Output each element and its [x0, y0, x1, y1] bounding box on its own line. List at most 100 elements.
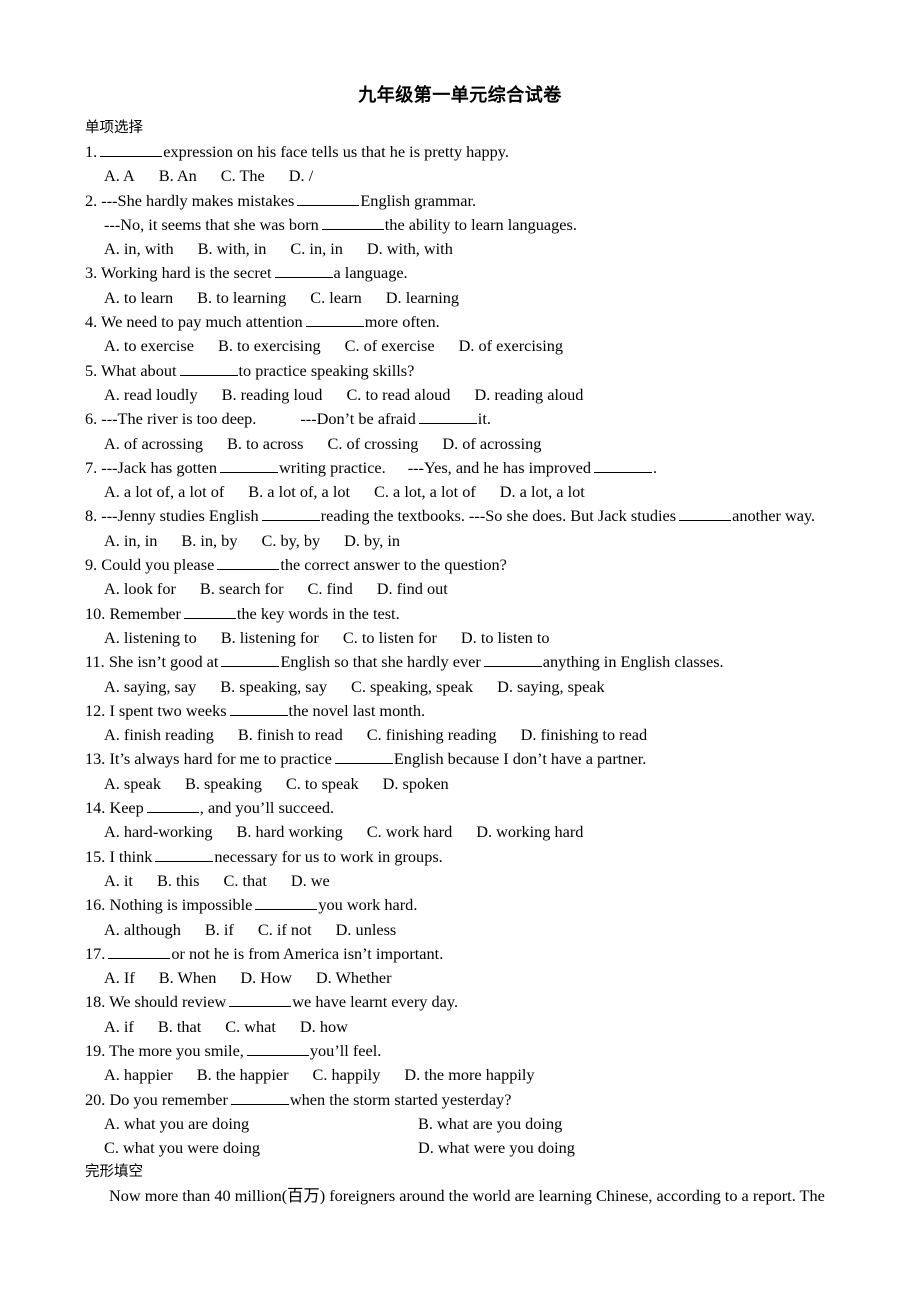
- option-b[interactable]: B. listening for: [221, 626, 319, 650]
- option-b[interactable]: B. the happier: [197, 1063, 289, 1087]
- option-c[interactable]: C. of crossing: [327, 432, 418, 456]
- option-d[interactable]: D. to listen to: [461, 626, 550, 650]
- option-b[interactable]: B. this: [157, 869, 200, 893]
- option-d[interactable]: D. a lot, a lot: [500, 480, 585, 504]
- option-b[interactable]: B. to exercising: [218, 334, 321, 358]
- option-a[interactable]: A. listening to: [104, 626, 197, 650]
- option-b[interactable]: B. hard working: [237, 820, 343, 844]
- option-c[interactable]: C. to read aloud: [346, 383, 450, 407]
- option-c[interactable]: C. what you were doing: [104, 1136, 394, 1160]
- option-c[interactable]: C. learn: [310, 286, 362, 310]
- option-a[interactable]: A. If: [104, 966, 135, 990]
- option-a[interactable]: A. a lot of, a lot of: [104, 480, 224, 504]
- option-d[interactable]: D. the more happily: [404, 1063, 534, 1087]
- answer-blank[interactable]: [261, 505, 320, 522]
- option-c[interactable]: C. happily: [313, 1063, 381, 1087]
- option-d[interactable]: D. of acrossing: [442, 432, 541, 456]
- option-d[interactable]: D. Whether: [316, 966, 392, 990]
- option-a[interactable]: A. A: [104, 164, 135, 188]
- option-c[interactable]: C. a lot, a lot of: [374, 480, 476, 504]
- answer-blank[interactable]: [230, 1089, 289, 1105]
- option-d[interactable]: D. with, with: [367, 237, 453, 261]
- answer-blank[interactable]: [221, 651, 280, 668]
- option-d[interactable]: D. finishing to read: [521, 723, 648, 747]
- answer-blank[interactable]: [679, 505, 732, 522]
- answer-blank[interactable]: [220, 457, 279, 473]
- option-d[interactable]: D. find out: [377, 577, 448, 601]
- option-c[interactable]: C. to speak: [286, 772, 359, 796]
- option-b[interactable]: B. to learning: [197, 286, 286, 310]
- option-d[interactable]: D. unless: [336, 918, 397, 942]
- option-a[interactable]: A. hard-working: [104, 820, 213, 844]
- option-b[interactable]: B. finish to read: [238, 723, 343, 747]
- option-b[interactable]: B. that: [158, 1015, 201, 1039]
- answer-blank[interactable]: [274, 263, 333, 279]
- option-c[interactable]: C. finishing reading: [367, 723, 497, 747]
- option-d[interactable]: D. we: [291, 869, 330, 893]
- option-d[interactable]: D. by, in: [344, 529, 400, 553]
- option-c[interactable]: C. speaking, speak: [351, 675, 473, 699]
- option-b[interactable]: B. what are you doing: [418, 1112, 562, 1136]
- option-d[interactable]: D. learning: [386, 286, 459, 310]
- option-b[interactable]: B. speaking, say: [220, 675, 327, 699]
- option-b[interactable]: B. in, by: [181, 529, 237, 553]
- option-d[interactable]: D. working hard: [476, 820, 583, 844]
- answer-blank[interactable]: [321, 214, 384, 230]
- option-a[interactable]: A. in, in: [104, 529, 157, 553]
- option-b[interactable]: B. if: [205, 918, 234, 942]
- option-a[interactable]: A. finish reading: [104, 723, 214, 747]
- answer-blank[interactable]: [183, 603, 236, 619]
- option-b[interactable]: B. An: [159, 164, 197, 188]
- answer-blank[interactable]: [217, 554, 280, 571]
- option-b[interactable]: B. speaking: [185, 772, 262, 796]
- answer-blank[interactable]: [594, 457, 653, 473]
- option-c[interactable]: C. find: [308, 577, 353, 601]
- answer-blank[interactable]: [155, 846, 214, 862]
- answer-blank[interactable]: [229, 991, 292, 1008]
- option-a[interactable]: A. it: [104, 869, 133, 893]
- answer-blank[interactable]: [100, 141, 163, 157]
- answer-blank[interactable]: [305, 311, 364, 328]
- option-b[interactable]: B. to across: [227, 432, 303, 456]
- option-a[interactable]: A. happier: [104, 1063, 173, 1087]
- option-c[interactable]: C. in, in: [290, 237, 342, 261]
- answer-blank[interactable]: [229, 700, 288, 716]
- option-b[interactable]: B. a lot of, a lot: [248, 480, 350, 504]
- option-b[interactable]: B. search for: [200, 577, 284, 601]
- answer-blank[interactable]: [246, 1040, 309, 1056]
- option-a[interactable]: A. to learn: [104, 286, 173, 310]
- option-d[interactable]: D. reading aloud: [474, 383, 583, 407]
- answer-blank[interactable]: [418, 408, 477, 425]
- option-d[interactable]: D. /: [289, 164, 313, 188]
- option-c[interactable]: C. by, by: [261, 529, 320, 553]
- option-c[interactable]: C. work hard: [367, 820, 452, 844]
- option-a[interactable]: A. although: [104, 918, 181, 942]
- option-a[interactable]: A. what you are doing: [104, 1112, 394, 1136]
- option-c[interactable]: C. The: [221, 164, 265, 188]
- option-a[interactable]: A. in, with: [104, 237, 174, 261]
- answer-blank[interactable]: [179, 360, 238, 376]
- option-c[interactable]: C. to listen for: [343, 626, 437, 650]
- option-a[interactable]: A. read loudly: [104, 383, 198, 407]
- answer-blank[interactable]: [108, 943, 171, 959]
- answer-blank[interactable]: [297, 190, 360, 206]
- option-d[interactable]: D. what were you doing: [418, 1136, 575, 1160]
- option-a[interactable]: A. of acrossing: [104, 432, 203, 456]
- option-d[interactable]: D. of exercising: [459, 334, 563, 358]
- option-d[interactable]: D. spoken: [383, 772, 449, 796]
- answer-blank[interactable]: [146, 797, 199, 814]
- option-a[interactable]: A. look for: [104, 577, 176, 601]
- option-b[interactable]: B. with, in: [198, 237, 267, 261]
- option-d[interactable]: D. how: [300, 1015, 348, 1039]
- option-d[interactable]: D. saying, speak: [497, 675, 605, 699]
- option-a[interactable]: A. speak: [104, 772, 161, 796]
- option-c[interactable]: C. that: [223, 869, 266, 893]
- option-c[interactable]: D. How: [240, 966, 292, 990]
- option-b[interactable]: B. When: [159, 966, 217, 990]
- option-a[interactable]: A. saying, say: [104, 675, 196, 699]
- option-c[interactable]: C. of exercise: [345, 334, 435, 358]
- option-c[interactable]: C. if not: [258, 918, 312, 942]
- option-a[interactable]: A. if: [104, 1015, 134, 1039]
- answer-blank[interactable]: [255, 894, 318, 911]
- answer-blank[interactable]: [483, 651, 542, 668]
